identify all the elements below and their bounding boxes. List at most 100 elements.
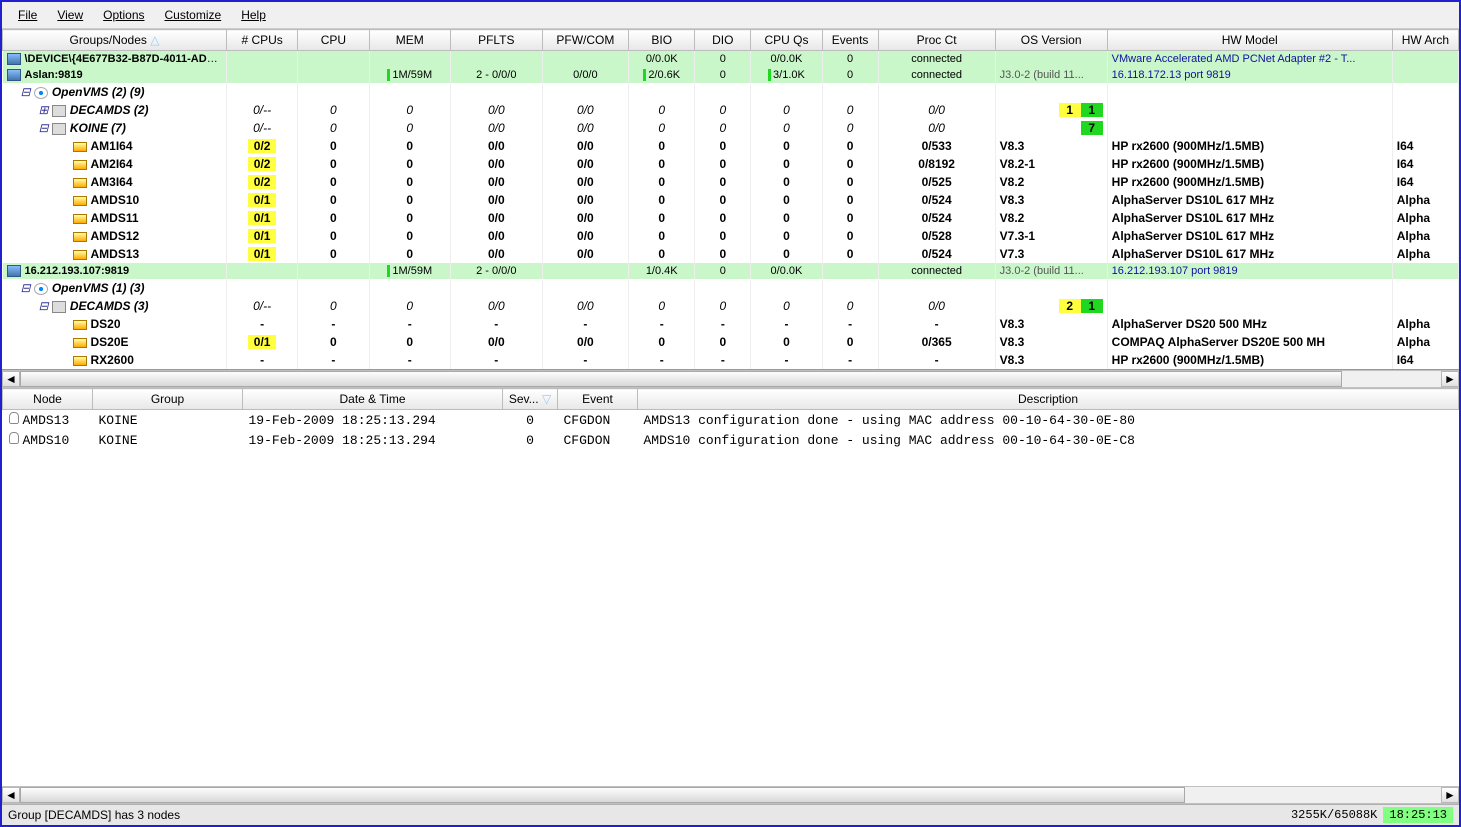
row-name-cell[interactable]: AMDS12: [3, 227, 227, 245]
tree-toggle-icon[interactable]: [21, 281, 31, 295]
table-row[interactable]: DECAMDS (2)0/--000/00/000000/011: [3, 101, 1459, 119]
cell: 0/--: [227, 297, 298, 315]
table-row[interactable]: RX2600----------V8.3HP rx2600 (900MHz/1.…: [3, 351, 1459, 369]
cell: [629, 83, 695, 101]
col-ncpus[interactable]: # CPUs: [227, 30, 298, 51]
row-name-cell[interactable]: OpenVMS (1) (3): [3, 279, 227, 297]
server-icon: [7, 53, 21, 65]
main-table-wrapper[interactable]: Groups/Nodes △ # CPUs CPU MEM PFLTS PFW/…: [2, 29, 1459, 370]
events-hscrollbar[interactable]: ◄ ►: [2, 786, 1459, 804]
tree-toggle-icon[interactable]: [39, 121, 49, 135]
cell: 0: [298, 245, 369, 263]
events-wrapper[interactable]: Node Group Date & Time Sev... ▽ Event De…: [2, 388, 1459, 786]
row-name-cell[interactable]: \DEVICE\{4E677B32-B87D-4011-AD40-6B2E05E…: [3, 51, 227, 68]
col-bio[interactable]: BIO: [629, 30, 695, 51]
row-name-cell[interactable]: OpenVMS (2) (9): [3, 83, 227, 101]
row-name-cell[interactable]: DS20: [3, 315, 227, 333]
col-cpu[interactable]: CPU: [298, 30, 369, 51]
tree-toggle-icon[interactable]: [21, 85, 31, 99]
menu-file[interactable]: File: [10, 6, 45, 24]
cell-hw: [1107, 119, 1392, 137]
cell: 0: [751, 173, 822, 191]
col-arch[interactable]: HW Arch: [1392, 30, 1458, 51]
event-row[interactable]: AMDS13KOINE19-Feb-2009 18:25:13.2940CFGD…: [3, 410, 1459, 431]
cell-os: J3.0-2 (build 11...: [995, 263, 1107, 279]
row-name-cell[interactable]: DECAMDS (3): [3, 297, 227, 315]
row-name-cell[interactable]: AM3I64: [3, 173, 227, 191]
col-events[interactable]: Events: [822, 30, 878, 51]
cell-hw: COMPAQ AlphaServer DS20E 500 MH: [1107, 333, 1392, 351]
table-row[interactable]: Aslan:98191M/59M2 - 0/0/00/0/02/0.6K03/1…: [3, 67, 1459, 83]
col-name[interactable]: Groups/Nodes △: [3, 30, 227, 51]
row-name-cell[interactable]: DECAMDS (2): [3, 101, 227, 119]
table-row[interactable]: AM2I640/2000/00/000000/8192V8.2-1HP rx26…: [3, 155, 1459, 173]
table-row[interactable]: OpenVMS (2) (9): [3, 83, 1459, 101]
cell: [751, 279, 822, 297]
row-name-cell[interactable]: Aslan:9819: [3, 67, 227, 83]
table-row[interactable]: AMDS110/1000/00/000000/524V8.2AlphaServe…: [3, 209, 1459, 227]
scroll-left-icon[interactable]: ◄: [2, 787, 20, 803]
row-name-cell[interactable]: KOINE (7): [3, 119, 227, 137]
scroll-left-icon[interactable]: ◄: [2, 371, 20, 387]
scroll-thumb[interactable]: [20, 371, 1342, 387]
cell: [695, 279, 751, 297]
scroll-right-icon[interactable]: ►: [1441, 371, 1459, 387]
row-name-cell[interactable]: AMDS11: [3, 209, 227, 227]
col-proc[interactable]: Proc Ct: [878, 30, 995, 51]
col-os[interactable]: OS Version: [995, 30, 1107, 51]
table-row[interactable]: OpenVMS (1) (3): [3, 279, 1459, 297]
row-name-cell[interactable]: DS20E: [3, 333, 227, 351]
menu-options[interactable]: Options: [95, 6, 152, 24]
cell: [369, 279, 450, 297]
ev-sev: 0: [503, 410, 558, 431]
menu-customize[interactable]: Customize: [157, 6, 230, 24]
cell: 0: [695, 155, 751, 173]
row-name-cell[interactable]: AM2I64: [3, 155, 227, 173]
tree-toggle-icon[interactable]: [39, 299, 49, 313]
scroll-right-icon[interactable]: ►: [1441, 787, 1459, 803]
event-row[interactable]: AMDS10KOINE19-Feb-2009 18:25:13.2940CFGD…: [3, 430, 1459, 450]
table-row[interactable]: DS20E0/1000/00/000000/365V8.3COMPAQ Alph…: [3, 333, 1459, 351]
col-pfw[interactable]: PFW/COM: [542, 30, 629, 51]
ev-col-sev[interactable]: Sev... ▽: [503, 389, 558, 410]
scroll-thumb[interactable]: [20, 787, 1185, 803]
col-hw[interactable]: HW Model: [1107, 30, 1392, 51]
table-row[interactable]: DS20----------V8.3AlphaServer DS20 500 M…: [3, 315, 1459, 333]
table-row[interactable]: KOINE (7)0/--000/00/000000/07: [3, 119, 1459, 137]
row-name-cell[interactable]: RX2600: [3, 351, 227, 369]
table-row[interactable]: AMDS100/1000/00/000000/524V8.3AlphaServe…: [3, 191, 1459, 209]
events-table[interactable]: Node Group Date & Time Sev... ▽ Event De…: [2, 388, 1459, 450]
menu-help[interactable]: Help: [233, 6, 274, 24]
col-cpuq[interactable]: CPU Qs: [751, 30, 822, 51]
tree-toggle-icon[interactable]: [39, 103, 49, 117]
ev-col-node[interactable]: Node: [3, 389, 93, 410]
cell-hw: [1107, 279, 1392, 297]
cell: 0/0: [542, 227, 629, 245]
ev-col-dt[interactable]: Date & Time: [243, 389, 503, 410]
col-pflts[interactable]: PFLTS: [450, 30, 542, 51]
nodes-table[interactable]: Groups/Nodes △ # CPUs CPU MEM PFLTS PFW/…: [2, 29, 1459, 369]
ev-col-desc[interactable]: Description: [638, 389, 1459, 410]
table-row[interactable]: DECAMDS (3)0/--000/00/000000/021: [3, 297, 1459, 315]
ev-col-ev[interactable]: Event: [558, 389, 638, 410]
row-name-cell[interactable]: AM1I64: [3, 137, 227, 155]
table-row[interactable]: AMDS120/1000/00/000000/528V7.3-1AlphaSer…: [3, 227, 1459, 245]
table-row[interactable]: 16.212.193.107:98191M/59M2 - 0/0/01/0.4K…: [3, 263, 1459, 279]
table-row[interactable]: AMDS130/1000/00/000000/524V7.3AlphaServe…: [3, 245, 1459, 263]
ev-col-group[interactable]: Group: [93, 389, 243, 410]
cell: 0: [369, 119, 450, 137]
row-name-cell[interactable]: AMDS13: [3, 245, 227, 263]
cell: 0: [822, 155, 878, 173]
table-row[interactable]: AM1I640/2000/00/000000/533V8.3HP rx2600 …: [3, 137, 1459, 155]
menu-view[interactable]: View: [49, 6, 91, 24]
table-row[interactable]: \DEVICE\{4E677B32-B87D-4011-AD40-6B2E05E…: [3, 51, 1459, 68]
row-name-cell[interactable]: AMDS10: [3, 191, 227, 209]
col-dio[interactable]: DIO: [695, 30, 751, 51]
cell: 0: [695, 227, 751, 245]
row-name-cell[interactable]: 16.212.193.107:9819: [3, 263, 227, 279]
cell: 0: [369, 173, 450, 191]
table-row[interactable]: AM3I640/2000/00/000000/525V8.2HP rx2600 …: [3, 173, 1459, 191]
cell-os: 7: [995, 119, 1107, 137]
main-hscrollbar[interactable]: ◄ ►: [2, 370, 1459, 388]
col-mem[interactable]: MEM: [369, 30, 450, 51]
